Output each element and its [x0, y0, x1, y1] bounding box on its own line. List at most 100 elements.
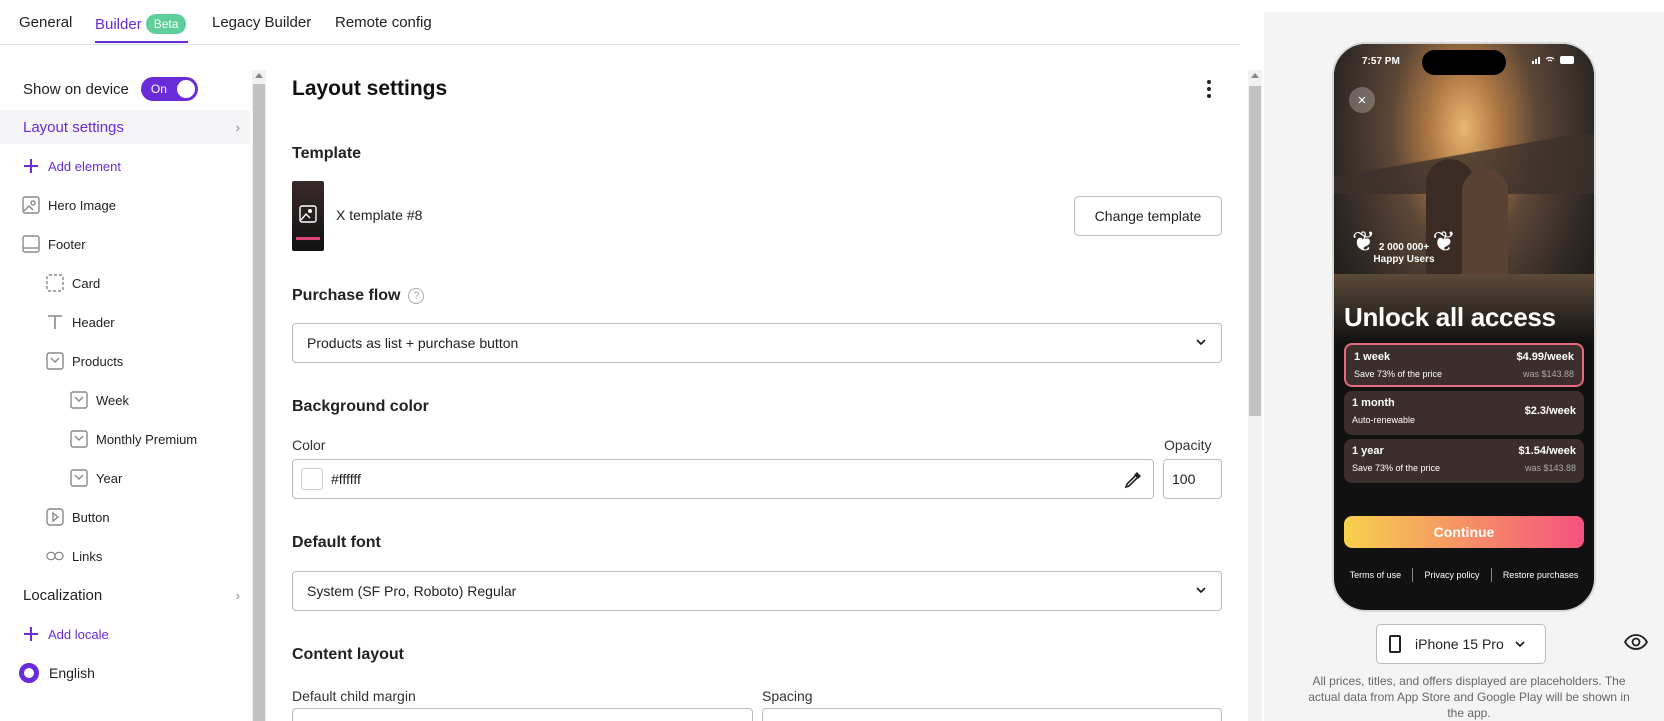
chevron-right-icon: › [235, 119, 240, 135]
chevron-down-icon [1196, 339, 1206, 346]
add-locale-label: Add locale [48, 626, 109, 642]
sidebar-item-layout-settings[interactable]: Layout settings › [0, 110, 250, 144]
plan-title: 1 month [1352, 397, 1395, 409]
plan-week[interactable]: 1 week Save 73% of the price $4.99/week … [1344, 343, 1584, 387]
sidebar-item-footer[interactable]: Footer [0, 227, 250, 261]
terms-link[interactable]: Terms of use [1350, 570, 1402, 582]
default-font-select[interactable]: System (SF Pro, Roboto) Regular [292, 571, 1222, 611]
hero-image [1334, 44, 1594, 344]
close-icon[interactable]: × [1349, 87, 1375, 113]
layout-settings-label: Layout settings [23, 118, 124, 136]
eye-icon[interactable] [1624, 634, 1648, 650]
sidebar-item-label: Links [72, 548, 103, 564]
help-icon[interactable]: ? [408, 288, 425, 304]
sidebar-item-label: Card [72, 275, 101, 291]
button-icon [46, 508, 64, 526]
card-icon [46, 274, 64, 292]
plan-title: 1 year [1352, 445, 1384, 457]
template-name: X template #8 [336, 207, 423, 223]
color-swatch[interactable] [301, 468, 323, 490]
sidebar-item-week[interactable]: Week [0, 383, 250, 417]
continue-button[interactable]: Continue [1344, 516, 1584, 548]
purchase-flow-label: Purchase flow [292, 287, 401, 304]
product-icon [70, 469, 88, 487]
tab-remote-config[interactable]: Remote config [335, 14, 432, 31]
restore-link[interactable]: Restore purchases [1503, 570, 1579, 582]
plus-icon [22, 157, 40, 175]
privacy-link[interactable]: Privacy policy [1424, 570, 1479, 582]
eyedropper-icon[interactable] [1123, 470, 1143, 490]
headline: Unlock all access [1344, 302, 1556, 332]
scrollbar-thumb[interactable] [253, 84, 265, 721]
tab-builder-label: Builder [95, 16, 142, 33]
plan-was-price: was $143.88 [1522, 369, 1574, 379]
child-margin-label: Default child margin [292, 688, 416, 704]
sidebar-item-products[interactable]: Products [0, 344, 250, 378]
plan-price: $2.3/week [1524, 405, 1576, 417]
chevron-down-icon [1196, 587, 1206, 594]
sidebar-item-links[interactable]: Links [0, 539, 250, 573]
child-margin-field[interactable] [292, 708, 753, 721]
laurel-right-icon: ❦ [1432, 226, 1456, 257]
purchase-flow-title: Purchase flow? [292, 287, 425, 305]
sidebar-scrollbar[interactable] [252, 70, 266, 721]
locale-english[interactable]: English [0, 656, 250, 690]
plan-was-price: was $143.88 [1524, 463, 1576, 473]
color-field[interactable]: #ffffff [292, 459, 1154, 499]
spacing-field[interactable] [762, 708, 1222, 721]
tab-legacy-builder[interactable]: Legacy Builder [212, 14, 311, 31]
default-font-title: Default font [292, 534, 381, 551]
template-title: Template [292, 145, 362, 162]
show-on-device-toggle[interactable]: On [140, 77, 198, 101]
sidebar-item-header[interactable]: Header [0, 305, 250, 339]
scroll-up-arrow-icon[interactable] [255, 73, 263, 78]
top-tabs: General Builder Beta Legacy Builder Remot… [0, 0, 1240, 45]
sidebar-item-year[interactable]: Year [0, 461, 250, 495]
preview-panel: 7:57 PM × ❦ 2 000 000+ Happy Users ❦ Unl… [1264, 12, 1664, 721]
radio-selected-icon[interactable] [19, 663, 39, 683]
phone-icon [1389, 635, 1401, 653]
opacity-label: Opacity [1164, 437, 1212, 453]
product-icon [70, 430, 88, 448]
plan-month[interactable]: 1 month Auto-renewable $2.3/week [1344, 391, 1584, 435]
phone-preview: 7:57 PM × ❦ 2 000 000+ Happy Users ❦ Unl… [1332, 42, 1596, 612]
thumbnail-accent [296, 237, 320, 240]
opacity-field[interactable]: 100 [1163, 459, 1222, 499]
background-color-title: Background color [292, 398, 429, 415]
scroll-up-arrow-icon[interactable] [1251, 73, 1259, 78]
sidebar-item-label: Year [96, 470, 123, 486]
sidebar-item-label: Monthly Premium [96, 431, 198, 447]
link-icon [46, 547, 64, 565]
chevron-right-icon: › [235, 587, 240, 603]
add-element-label: Add element [48, 158, 121, 174]
main-scrollbar[interactable] [1248, 70, 1262, 721]
sidebar-item-localization[interactable]: Localization › [0, 578, 250, 612]
more-options-icon[interactable] [1206, 80, 1212, 98]
change-template-button[interactable]: Change template [1074, 196, 1222, 236]
footer-icon [22, 235, 40, 253]
sidebar: Show on device On Layout settings › Add … [0, 68, 250, 721]
sidebar-item-monthly-premium[interactable]: Monthly Premium [0, 422, 250, 456]
active-tab-indicator [95, 41, 188, 43]
localization-label: Localization [23, 586, 103, 604]
device-select[interactable]: iPhone 15 Pro [1376, 624, 1546, 664]
sidebar-item-hero-image[interactable]: Hero Image [0, 188, 250, 222]
show-on-device-label: Show on device [23, 80, 129, 98]
placeholder-note: All prices, titles, and offers displayed… [1308, 674, 1630, 720]
color-value: #ffffff [331, 471, 361, 487]
sidebar-item-button[interactable]: Button [0, 500, 250, 534]
scrollbar-thumb[interactable] [1249, 86, 1261, 416]
opacity-value: 100 [1172, 471, 1196, 487]
sidebar-item-label: Hero Image [48, 197, 116, 213]
tab-general[interactable]: General [19, 14, 72, 31]
purchase-flow-select[interactable]: Products as list + purchase button [292, 323, 1222, 363]
toggle-label: On [150, 82, 167, 96]
sidebar-item-card[interactable]: Card [0, 266, 250, 300]
add-element-button[interactable]: Add element [0, 149, 250, 183]
sidebar-item-label: Header [72, 314, 115, 330]
plan-price: $4.99/week [1516, 351, 1575, 363]
tab-builder[interactable]: Builder Beta [95, 14, 187, 34]
purchase-flow-value: Products as list + purchase button [307, 335, 519, 351]
add-locale-button[interactable]: Add locale [0, 617, 250, 651]
plan-year[interactable]: 1 year Save 73% of the price $1.54/week … [1344, 439, 1584, 483]
